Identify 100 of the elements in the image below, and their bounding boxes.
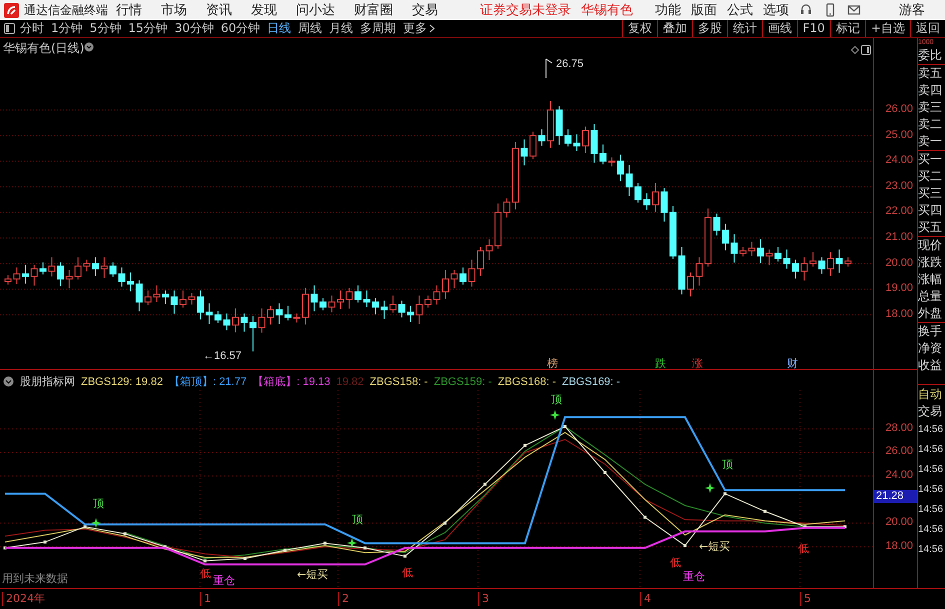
- candlestick: [354, 284, 362, 303]
- candlestick: [337, 290, 344, 310]
- menu-item[interactable]: 发现: [251, 1, 277, 19]
- signal-marker: 顶: [352, 513, 363, 526]
- candlestick: [460, 266, 466, 286]
- toolbar-button[interactable]: 统计: [726, 20, 762, 37]
- dropdown-icon[interactable]: [84, 42, 94, 52]
- candlestick: [372, 298, 379, 315]
- headset-icon[interactable]: [799, 3, 813, 17]
- candlestick: [748, 241, 756, 256]
- period-tab[interactable]: 60分钟: [220, 20, 260, 37]
- candlestick: [328, 295, 336, 313]
- menu-item[interactable]: 公式: [727, 1, 753, 19]
- candlestick: [520, 138, 528, 166]
- candlestick: [844, 256, 852, 268]
- menu-item[interactable]: 交易: [412, 1, 438, 19]
- toolbar-button[interactable]: 叠加: [656, 20, 692, 37]
- menu-item[interactable]: 行情: [116, 1, 142, 19]
- candlestick: [250, 316, 256, 352]
- auto-label[interactable]: 自动: [918, 384, 945, 403]
- quote-label: 卖一: [918, 133, 943, 150]
- candlestick: [678, 246, 686, 295]
- price-tick: 26.00: [885, 445, 913, 458]
- candlestick: [13, 266, 20, 285]
- menu-item[interactable]: 版面: [691, 1, 717, 19]
- menu-item[interactable]: 问小达: [296, 1, 335, 19]
- event-tag[interactable]: 跌: [654, 358, 667, 369]
- point: [524, 444, 526, 447]
- candlestick: [188, 292, 196, 306]
- user-label[interactable]: 游客: [899, 1, 925, 19]
- period-tab[interactable]: 周线: [298, 20, 322, 37]
- toolbar-button[interactable]: F10: [796, 20, 830, 37]
- menu-item[interactable]: 功能: [655, 1, 681, 19]
- candlestick: [302, 287, 309, 326]
- quote-label: 总量: [918, 288, 943, 305]
- diamond-icon[interactable]: [851, 46, 859, 54]
- candlestick: [757, 238, 764, 264]
- high-marker-icon: [546, 58, 552, 78]
- signal-marker: ←短买: [297, 568, 328, 581]
- price-tick: 20.00: [885, 516, 913, 528]
- notice-text[interactable]: 证券交易未登录: [480, 1, 571, 19]
- candlestick: [573, 134, 580, 152]
- trade-time: 14:56: [918, 503, 944, 517]
- period-tab[interactable]: 15分钟: [128, 20, 168, 37]
- menu-item[interactable]: 财富圈: [354, 1, 393, 19]
- candlestick: [380, 300, 388, 320]
- panel-toggle-icon[interactable]: [4, 23, 15, 34]
- signal-marker: 低: [200, 567, 211, 580]
- trade-time: 14:56: [918, 483, 944, 497]
- event-tag[interactable]: 涨: [691, 358, 704, 369]
- menu-item[interactable]: 资讯: [206, 1, 232, 19]
- point: [124, 532, 126, 536]
- candlestick: [486, 238, 493, 261]
- candlestick: [590, 124, 598, 164]
- trade-label[interactable]: 交易: [918, 403, 945, 420]
- panel-toggle-icon[interactable]: [861, 45, 871, 55]
- menu-item[interactable]: 选项: [763, 1, 789, 19]
- period-tab[interactable]: 月线: [329, 20, 354, 37]
- trade-time: 14:56: [918, 463, 944, 477]
- candlestick: [450, 270, 458, 289]
- indicator-name[interactable]: 股朋指标网: [20, 374, 75, 389]
- mail-icon[interactable]: [847, 3, 861, 17]
- time-axis-label: 1: [200, 592, 211, 606]
- toolbar-button[interactable]: 画线: [762, 20, 797, 37]
- candlestick: [512, 142, 519, 210]
- menu-item[interactable]: 市场: [161, 1, 187, 19]
- period-tab[interactable]: 分时: [20, 20, 44, 37]
- chart-title: 华锡有色(日线): [3, 40, 84, 57]
- candlestick: [730, 234, 738, 264]
- candlestick: [267, 305, 274, 326]
- period-tab[interactable]: 更多: [403, 20, 436, 37]
- chevron-right-icon: [429, 24, 436, 33]
- toolbar-button[interactable]: 标记: [830, 20, 865, 37]
- legend-value: ZBGS159: -: [434, 376, 492, 388]
- period-tab[interactable]: 1分钟: [51, 20, 83, 37]
- quote-label: 买四: [918, 202, 943, 219]
- candlestick: [626, 164, 633, 197]
- event-tag[interactable]: 榜: [546, 358, 559, 369]
- toolbar-button[interactable]: 多股: [692, 20, 727, 37]
- candlestick: [118, 266, 126, 288]
- event-tag[interactable]: 财: [786, 358, 799, 369]
- point: [684, 544, 686, 548]
- future-data-note: 用到未来数据: [2, 571, 68, 586]
- toolbar-button[interactable]: 返回: [910, 20, 945, 37]
- price-tick: 26.00: [885, 103, 913, 115]
- point: [204, 559, 206, 562]
- dropdown-icon[interactable]: [3, 376, 14, 387]
- period-tab[interactable]: 5分钟: [90, 20, 122, 37]
- candlestick: [363, 290, 370, 308]
- notice-text[interactable]: 华锡有色: [581, 1, 633, 19]
- period-tab[interactable]: 多周期: [360, 20, 396, 37]
- period-tab[interactable]: 30分钟: [174, 20, 214, 37]
- quote-label: 卖四: [918, 82, 943, 99]
- toolbar-button[interactable]: 复权: [622, 20, 657, 37]
- candlestick: [774, 246, 782, 262]
- candlestick: [792, 259, 799, 279]
- period-tab[interactable]: 日线: [267, 20, 292, 37]
- toolbar-button[interactable]: +自选: [864, 20, 910, 37]
- candlestick: [800, 256, 808, 281]
- quote-label: 卖五: [918, 64, 945, 82]
